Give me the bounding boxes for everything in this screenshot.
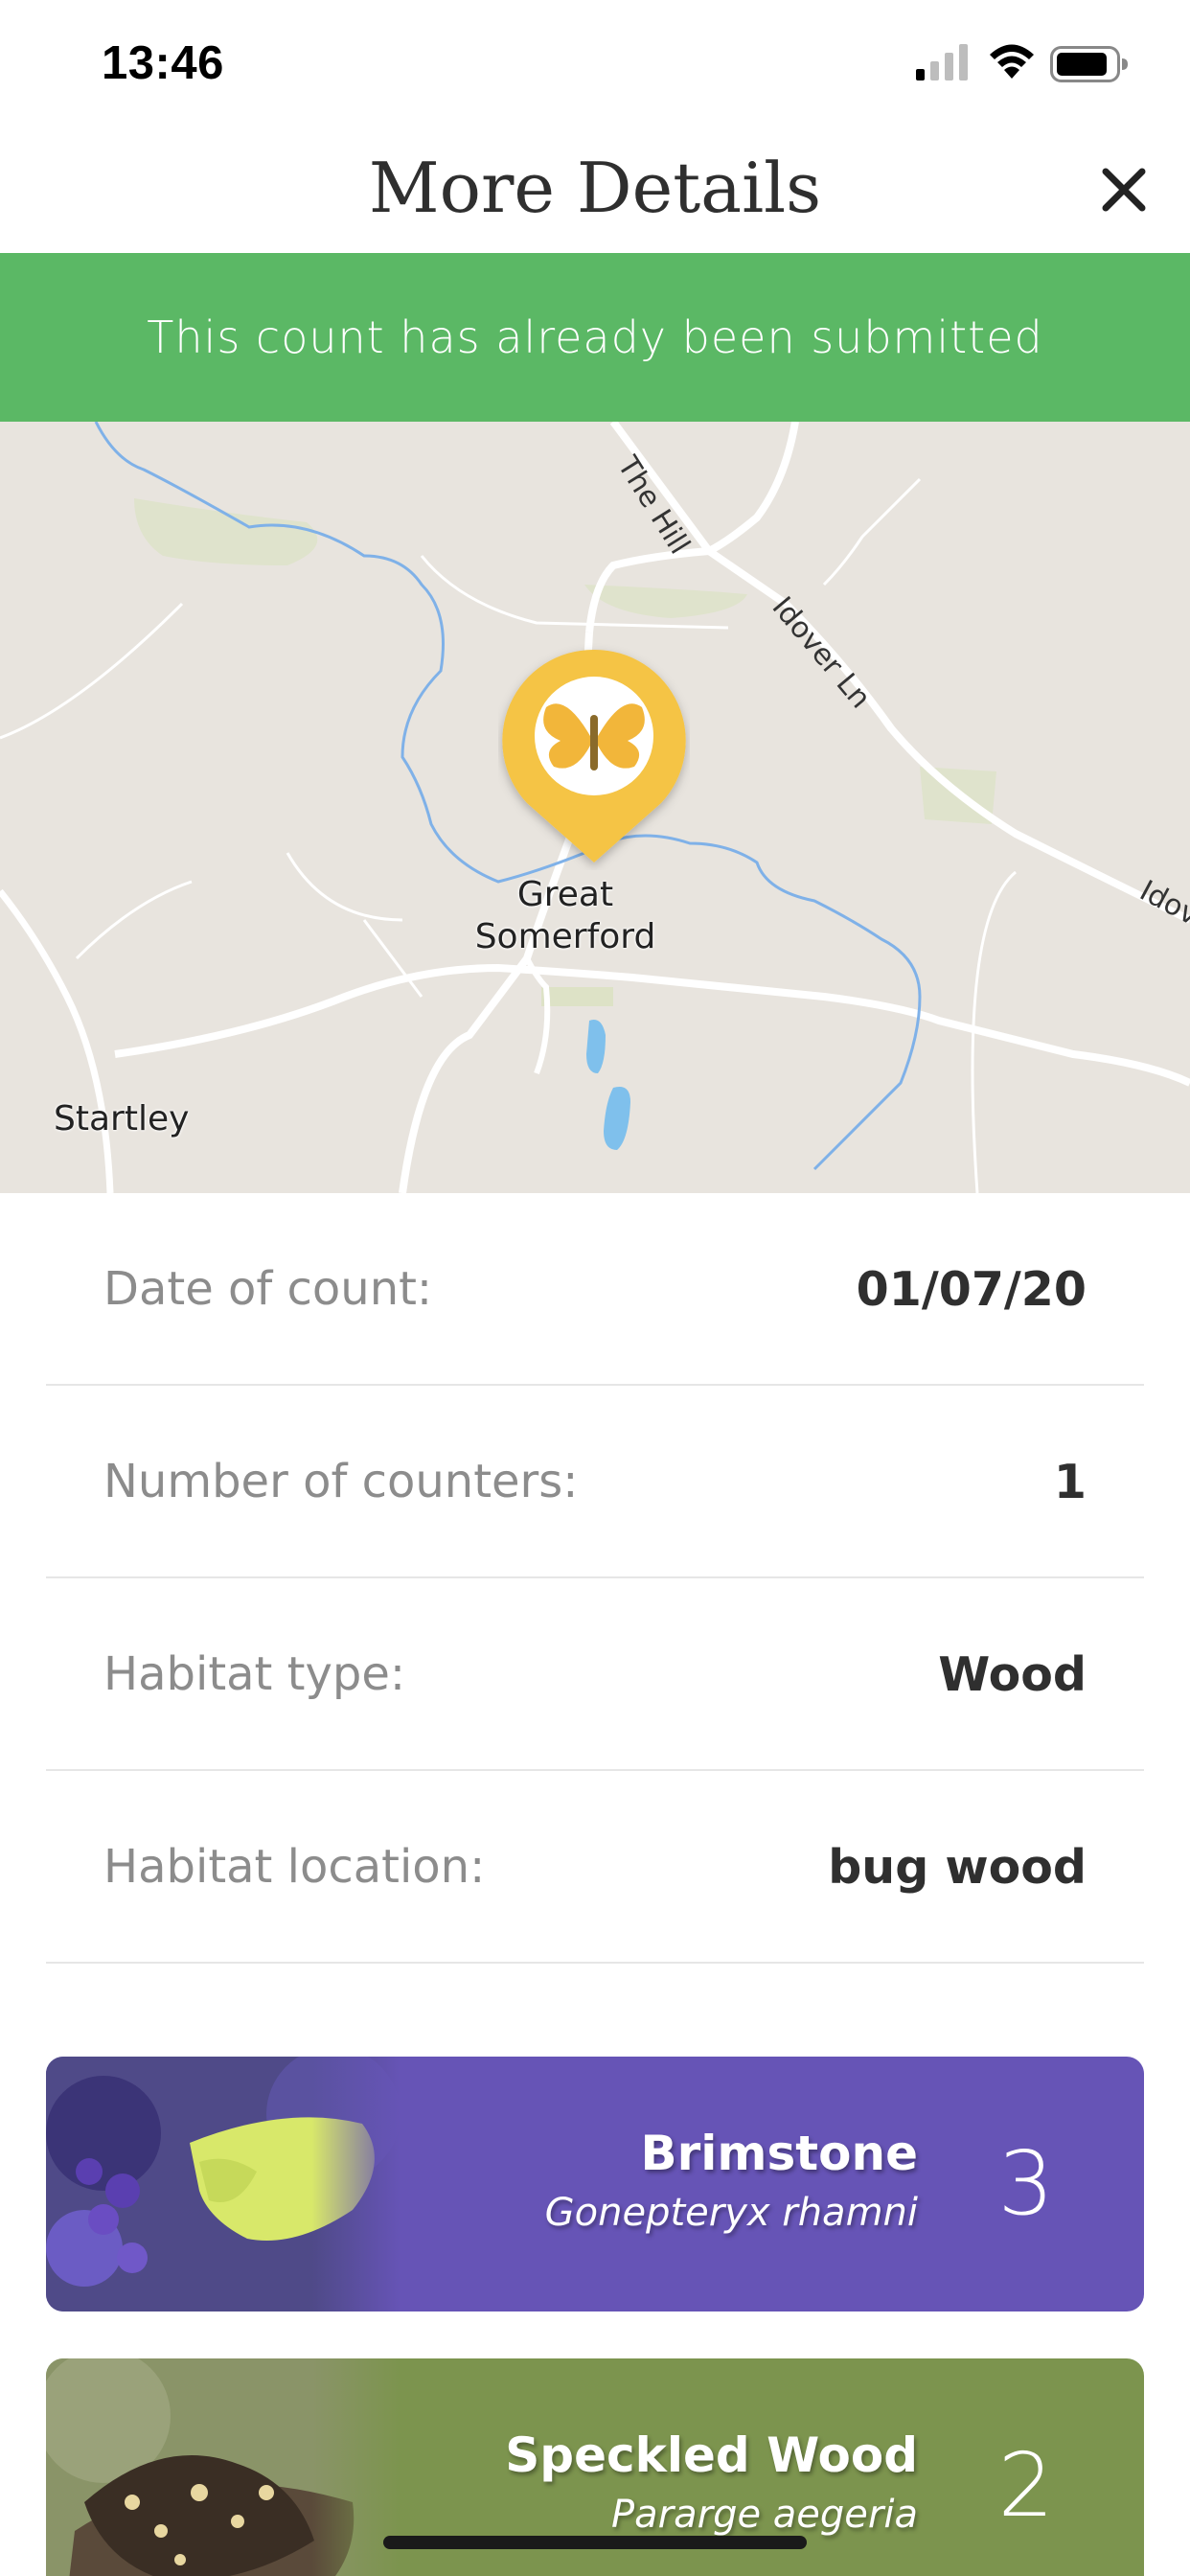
species-latin-name: Pararge aegeria <box>611 2493 918 2537</box>
speckled-wood-photo <box>46 2358 400 2576</box>
species-name: Brimstone <box>640 2126 918 2181</box>
brimstone-photo <box>46 2057 400 2312</box>
detail-label: Habitat type: <box>103 1647 406 1701</box>
detail-row-date: Date of count: 01/07/20 <box>46 1193 1144 1386</box>
screen: 13:46 More Details This count has alread… <box>0 0 1190 2576</box>
detail-label: Date of count: <box>103 1262 433 1316</box>
status-bar: 13:46 <box>0 0 1190 126</box>
place-label-startley: Startley <box>54 1099 190 1138</box>
status-time: 13:46 <box>102 37 224 89</box>
species-count: 2 <box>997 2434 1054 2537</box>
species-card-brimstone[interactable]: Brimstone Gonepteryx rhamni 3 <box>46 2057 1144 2312</box>
detail-row-habitat-location: Habitat location: bug wood <box>46 1771 1144 1964</box>
place-label-great-somerford: Great Somerford <box>474 875 656 956</box>
detail-value: Wood <box>938 1647 1087 1702</box>
header: More Details <box>0 126 1190 253</box>
cellular-signal-icon <box>916 44 968 80</box>
details-list: Date of count: 01/07/20 Number of counte… <box>46 1193 1144 1964</box>
submitted-banner-text: This count has already been submitted <box>147 311 1043 363</box>
wifi-icon <box>990 44 1034 79</box>
detail-value: bug wood <box>828 1840 1087 1895</box>
species-name: Speckled Wood <box>505 2427 918 2483</box>
battery-icon <box>1050 46 1128 82</box>
map-view[interactable]: The Hill Idover Ln Idov Great Somerford … <box>0 422 1190 1193</box>
close-icon[interactable] <box>1094 160 1154 219</box>
page-title: More Details <box>368 148 822 228</box>
detail-value: 1 <box>1053 1455 1087 1509</box>
submitted-banner: This count has already been submitted <box>0 253 1190 422</box>
detail-label: Habitat location: <box>103 1840 486 1894</box>
species-count: 3 <box>997 2132 1054 2235</box>
butterfly-pin-icon[interactable] <box>498 640 690 870</box>
home-indicator[interactable] <box>383 2536 807 2549</box>
detail-label: Number of counters: <box>103 1455 579 1508</box>
detail-row-counters: Number of counters: 1 <box>46 1386 1144 1578</box>
detail-value: 01/07/20 <box>856 1262 1087 1317</box>
species-latin-name: Gonepteryx rhamni <box>544 2191 918 2235</box>
detail-row-habitat-type: Habitat type: Wood <box>46 1578 1144 1771</box>
